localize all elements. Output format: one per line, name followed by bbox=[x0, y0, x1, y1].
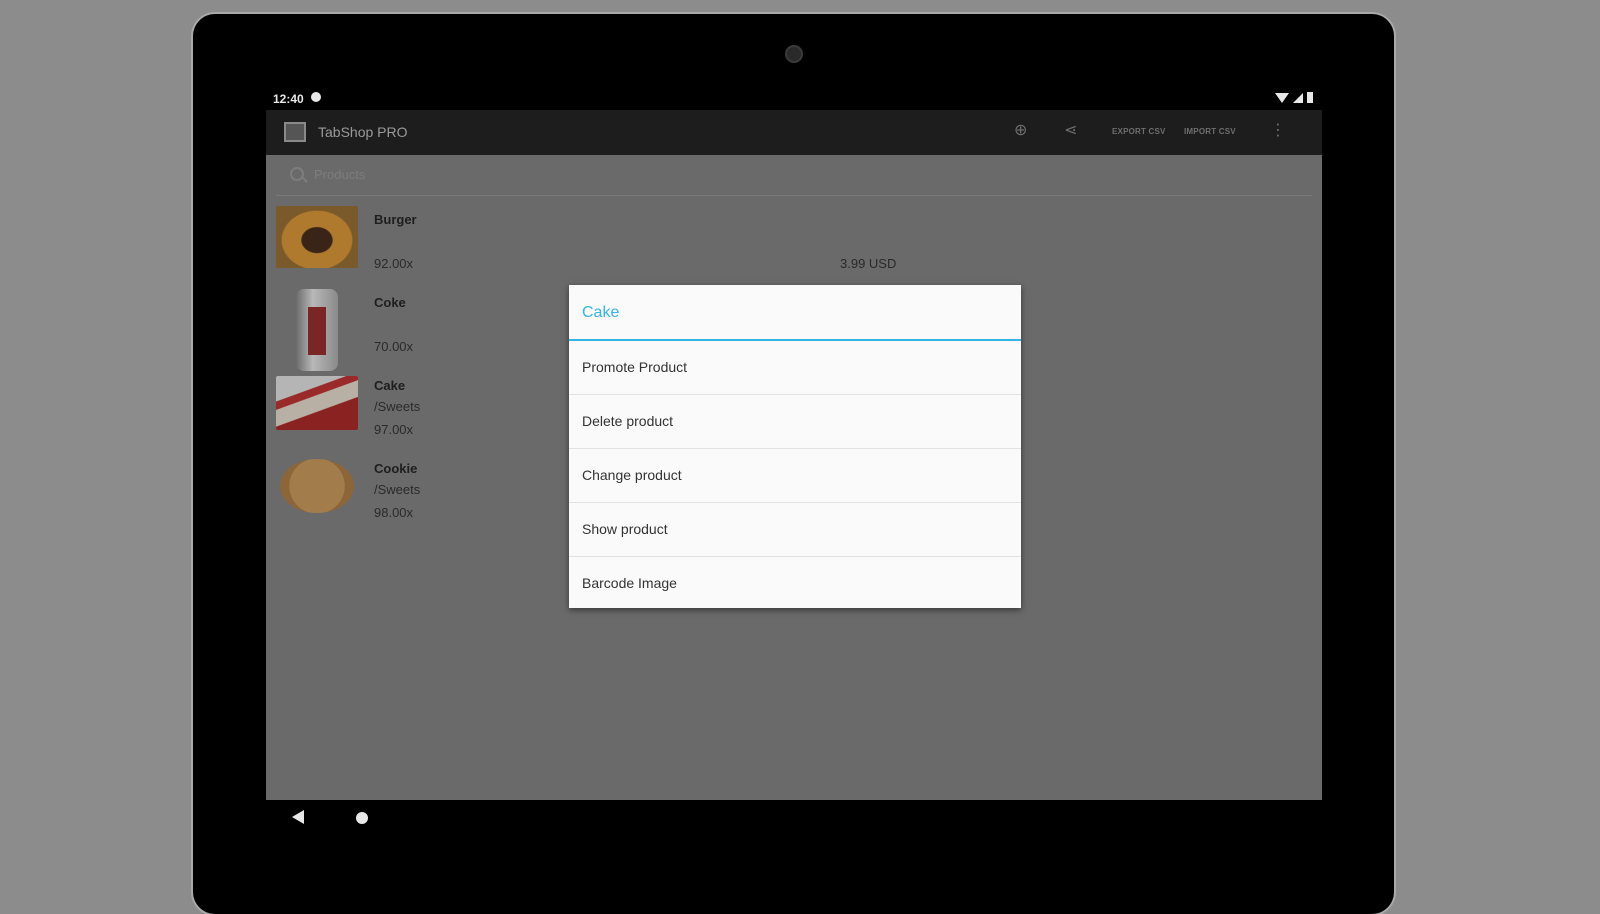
menu-item-label: Delete product bbox=[582, 413, 674, 429]
list-item[interactable]: Burger 92.00x 3.99 USD bbox=[276, 206, 1312, 289]
status-icons bbox=[1275, 92, 1313, 103]
status-time: 12:40 bbox=[273, 92, 304, 106]
menu-item-label: Barcode Image bbox=[582, 575, 677, 591]
battery-icon bbox=[1307, 92, 1313, 103]
product-image-cake bbox=[276, 376, 358, 430]
search-bar[interactable]: Products bbox=[276, 155, 1312, 196]
context-menu-dialog: Cake Promote Product Delete product Chan… bbox=[569, 285, 1021, 608]
wifi-icon bbox=[1275, 92, 1289, 103]
barcode-image-item[interactable]: Barcode Image bbox=[569, 557, 1021, 610]
add-circle-icon[interactable]: ⊕ bbox=[1014, 120, 1027, 140]
change-product-item[interactable]: Change product bbox=[569, 449, 1021, 503]
promote-product-item[interactable]: Promote Product bbox=[569, 341, 1021, 395]
share-icon[interactable]: ⋖ bbox=[1064, 120, 1077, 140]
show-product-item[interactable]: Show product bbox=[569, 503, 1021, 557]
more-vert-icon[interactable]: ⋮ bbox=[1270, 120, 1286, 140]
import-csv-button[interactable]: IMPORT CSV bbox=[1184, 127, 1236, 136]
menu-item-label: Promote Product bbox=[582, 359, 688, 375]
menu-item-label: Show product bbox=[582, 521, 668, 537]
product-name: Cookie bbox=[374, 461, 418, 476]
settings-notification-icon bbox=[311, 92, 321, 102]
action-bar: TabShop PRO ⊕ ⋖ EXPORT CSV IMPORT CSV ⋮ bbox=[266, 110, 1322, 155]
back-icon[interactable] bbox=[292, 810, 304, 824]
camera-icon bbox=[785, 45, 803, 63]
search-input[interactable]: Products bbox=[314, 167, 365, 182]
app-title: TabShop PRO bbox=[318, 124, 408, 140]
search-icon bbox=[290, 167, 304, 181]
app-logo-icon bbox=[284, 122, 306, 142]
status-bar: 12:40 bbox=[273, 88, 1313, 110]
product-price: 3.99 USD bbox=[840, 256, 897, 271]
dialog-title: Cake bbox=[569, 285, 1021, 341]
nav-bar bbox=[266, 800, 1322, 840]
product-category: /Sweets bbox=[374, 399, 421, 414]
product-image-burger bbox=[276, 206, 358, 268]
signal-icon bbox=[1293, 92, 1303, 103]
export-csv-button[interactable]: EXPORT CSV bbox=[1112, 127, 1166, 136]
product-image-coke bbox=[296, 289, 338, 371]
product-quantity: 70.00x bbox=[374, 339, 414, 354]
product-quantity: 97.00x bbox=[374, 422, 414, 437]
product-name: Cake bbox=[374, 378, 406, 393]
product-name: Burger bbox=[374, 212, 417, 227]
product-image-cookie bbox=[280, 459, 354, 513]
home-icon[interactable] bbox=[356, 812, 368, 824]
dialog-title-text: Cake bbox=[582, 304, 620, 321]
product-quantity: 98.00x bbox=[374, 505, 414, 520]
product-category: /Sweets bbox=[374, 482, 421, 497]
product-quantity: 92.00x bbox=[374, 256, 414, 271]
product-name: Coke bbox=[374, 295, 406, 310]
delete-product-item[interactable]: Delete product bbox=[569, 395, 1021, 449]
menu-item-label: Change product bbox=[582, 467, 682, 483]
